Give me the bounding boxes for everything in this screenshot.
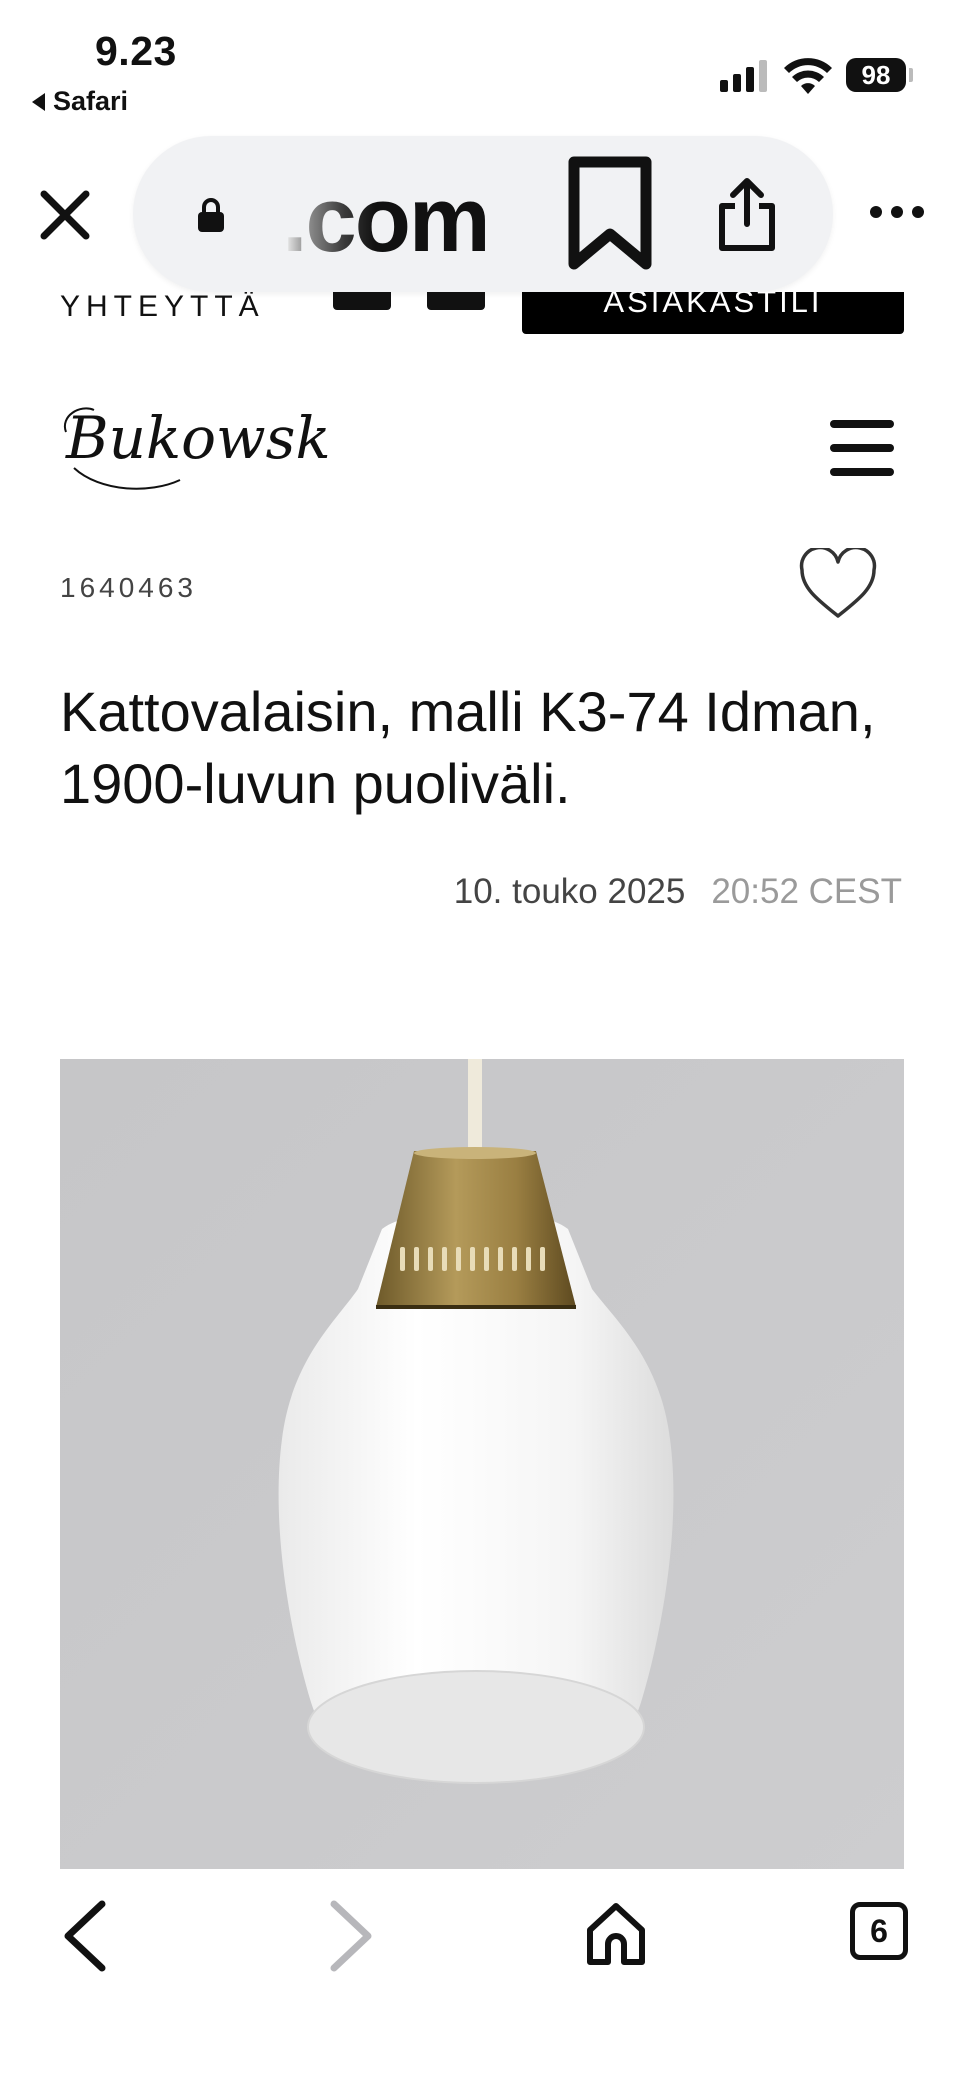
auction-date: 10. touko 2025 xyxy=(453,872,686,911)
auction-time: 20:52 CEST xyxy=(711,872,902,911)
chevron-right-icon[interactable] xyxy=(322,1898,378,1974)
back-app-label: Safari xyxy=(53,86,129,116)
home-icon[interactable] xyxy=(584,1900,648,1968)
auction-end-time: 10. touko 2025 20:52 CEST xyxy=(454,872,902,912)
account-button[interactable]: ASIAKASTILI xyxy=(522,292,904,334)
chevron-left-icon[interactable] xyxy=(58,1898,114,1974)
back-triangle-icon xyxy=(32,92,45,111)
cellular-signal-icon xyxy=(720,58,767,92)
bookmark-icon[interactable] xyxy=(566,156,654,272)
search-button[interactable] xyxy=(333,292,391,310)
logo-text: Bukowskis xyxy=(65,404,330,472)
wifi-icon xyxy=(784,58,832,94)
heart-icon[interactable] xyxy=(798,548,878,622)
url-text[interactable]: .com xyxy=(282,170,491,270)
tabs-button[interactable]: 6 xyxy=(850,1902,908,1960)
battery-nub xyxy=(909,68,913,82)
browser-toolbar xyxy=(0,1869,960,2079)
battery-icon: 98 xyxy=(846,58,906,92)
more-icon[interactable] xyxy=(870,206,924,218)
share-icon[interactable] xyxy=(716,176,778,252)
bukowskis-logo[interactable]: Bukowskis xyxy=(60,396,330,500)
lock-icon xyxy=(198,198,224,232)
lot-title: Kattovalaisin, malli K3-74 Idman, 1900-l… xyxy=(60,680,876,815)
back-to-app-link[interactable]: Safari xyxy=(32,86,128,117)
lot-number: 1640463 xyxy=(60,572,198,603)
status-time: 9.23 xyxy=(95,28,177,74)
language-button[interactable] xyxy=(427,292,485,310)
pendant-lamp-image xyxy=(60,1059,904,1869)
close-icon[interactable] xyxy=(38,188,92,242)
contact-link[interactable]: YHTEYTTÄ xyxy=(60,292,265,324)
product-image[interactable] xyxy=(60,1059,904,1869)
site-top-bar: YHTEYTTÄ ASIAKASTILI xyxy=(0,292,960,344)
menu-icon[interactable] xyxy=(830,420,894,476)
